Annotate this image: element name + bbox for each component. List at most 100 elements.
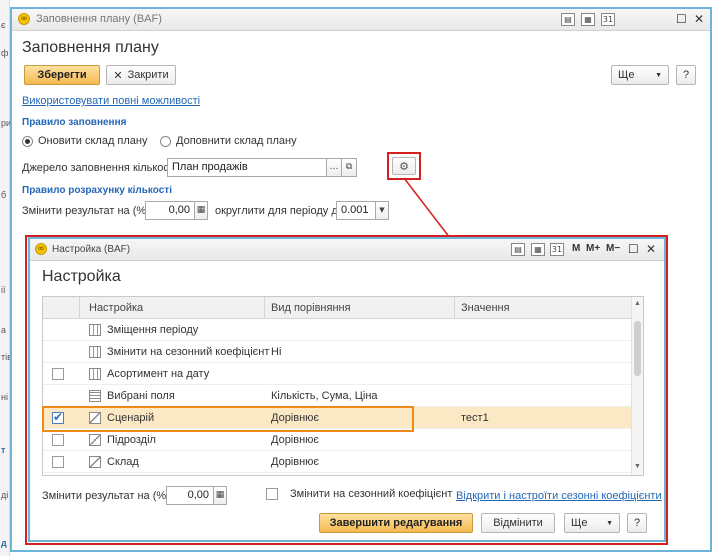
more-button-label: Ще — [618, 69, 635, 81]
app-logo-icon — [18, 13, 30, 25]
change-result-label: Змінити результат на (%): — [22, 205, 153, 217]
scroll-down-icon[interactable]: ▼ — [634, 463, 641, 470]
source-field[interactable]: План продажів — [167, 158, 327, 177]
seasonal-coefficients-link[interactable]: Відкрити і настроїти сезонні коефіцієнти — [456, 490, 662, 502]
row-comparison: Дорівнює — [271, 456, 320, 468]
dialog-more-label: Ще — [571, 517, 588, 529]
maximize-icon[interactable]: ☐ — [628, 242, 639, 256]
row-checkbox[interactable] — [52, 368, 64, 380]
seasonal-checkbox[interactable]: Змінити на сезонний коефіцієнт — [266, 488, 452, 500]
finish-editing-button[interactable]: Завершити редагування — [319, 513, 473, 533]
close-button[interactable]: ✕ Закрити — [106, 65, 176, 85]
table-row[interactable]: Змінити на сезонний коефіцієнт Ні — [43, 341, 643, 363]
row-setting: Асортимент на дату — [107, 368, 210, 380]
dialog-title: Настройка — [42, 268, 121, 285]
calendar-icon[interactable]: 31 — [601, 13, 615, 26]
row-setting: Змінити на сезонний коефіцієнт — [107, 346, 270, 358]
memory-minus-button[interactable]: M− — [606, 243, 620, 254]
strip-text: б — [1, 190, 7, 200]
dialog-title-bar: Настройка (BAF) ▤ ▦ 31 M M+ M− ☐ ✕ — [30, 239, 664, 261]
chevron-down-icon: ▼ — [606, 519, 613, 527]
calculator-icon[interactable]: ▦ — [581, 13, 595, 26]
row-checkbox[interactable] — [52, 434, 64, 446]
seasonal-checkbox-box[interactable] — [266, 488, 278, 500]
calculator-icon[interactable]: ▦ — [531, 243, 545, 256]
table-row[interactable]: Зміщення періоду — [43, 319, 643, 341]
row-setting: Зміщення періоду — [107, 324, 199, 336]
period-icon — [89, 368, 101, 380]
column-header-comparison[interactable]: Вид порівняння — [271, 302, 351, 314]
strip-text: є — [1, 20, 6, 30]
table-scrollbar[interactable]: ▲ ▼ — [631, 297, 643, 475]
table-header: Настройка Вид порівняння Значення — [43, 297, 643, 319]
settings-button[interactable]: ⚙ — [392, 157, 416, 175]
close-button-label: Закрити — [127, 69, 169, 81]
dialog-more-button[interactable]: Ще ▼ — [564, 513, 620, 533]
memory-button[interactable]: M — [572, 243, 580, 254]
more-button[interactable]: Ще ▼ — [611, 65, 669, 85]
dialog-help-button[interactable]: ? — [627, 513, 647, 533]
row-setting: Вибрані поля — [107, 390, 175, 402]
help-button[interactable]: ? — [676, 65, 696, 85]
chevron-down-icon: ▼ — [655, 71, 662, 79]
dialog-window-title: Настройка (BAF) — [52, 244, 131, 255]
period-icon — [89, 324, 101, 336]
close-x-icon: ✕ — [113, 68, 123, 82]
open-icon[interactable]: ⧉ — [341, 158, 357, 177]
chevron-down-icon[interactable]: ▼ — [375, 201, 389, 220]
strip-text: ні — [1, 392, 8, 402]
row-comparison: Кількість, Сума, Ціна — [271, 390, 378, 402]
round-label: округлити для періоду до: — [215, 205, 347, 217]
radio-add-plan[interactable]: Доповнити склад плану — [160, 135, 297, 147]
row-setting: Підрозділ — [107, 434, 156, 446]
strip-text: ді — [1, 490, 9, 500]
radio-add-label: Доповнити склад плану — [176, 135, 297, 147]
strip-text: а — [1, 325, 7, 335]
close-icon[interactable]: ✕ — [646, 242, 656, 256]
radio-update-label: Оновити склад плану — [38, 135, 148, 147]
maximize-icon[interactable]: ☐ — [676, 12, 687, 26]
row-checkbox[interactable] — [52, 456, 64, 468]
seasonal-checkbox-label: Змінити на сезонний коефіцієнт — [290, 488, 453, 500]
reference-icon — [89, 434, 101, 446]
print-icon[interactable]: ▤ — [561, 13, 575, 26]
column-header-value[interactable]: Значення — [461, 302, 510, 314]
scroll-thumb[interactable] — [634, 321, 641, 376]
calc-rule-section-title: Правило розрахунку кількості — [22, 185, 172, 196]
change-result-field[interactable]: 0,00 — [145, 201, 195, 220]
reference-icon — [89, 456, 101, 468]
calculator-icon[interactable]: ▦ — [213, 486, 227, 505]
table-row[interactable]: Асортимент на дату — [43, 363, 643, 385]
close-icon[interactable]: ✕ — [694, 12, 704, 26]
selected-row-highlight — [42, 406, 414, 432]
row-comparison: Дорівнює — [271, 434, 320, 446]
settings-dialog: Настройка (BAF) ▤ ▦ 31 M M+ M− ☐ ✕ Настр… — [28, 237, 666, 542]
round-field[interactable]: 0.001 — [336, 201, 376, 220]
radio-unselected-icon — [160, 135, 171, 147]
calculator-icon[interactable]: ▦ — [194, 201, 208, 220]
dialog-change-result-label: Змінити результат на (%): — [42, 490, 173, 502]
source-label: Джерело заповнення кількості: — [22, 162, 180, 174]
row-setting: Склад — [107, 456, 139, 468]
row-comparison: Ні — [271, 346, 282, 358]
table-row[interactable]: Склад Дорівнює — [43, 451, 643, 473]
calendar-icon[interactable]: 31 — [550, 243, 564, 256]
select-button[interactable]: … — [326, 158, 342, 177]
app-logo-icon — [35, 243, 47, 255]
save-button[interactable]: Зберегти — [24, 65, 100, 85]
table-row[interactable]: Вибрані поля Кількість, Сума, Ціна — [43, 385, 643, 407]
settings-gear-icon: ⚙ — [399, 159, 409, 173]
period-icon — [89, 346, 101, 358]
memory-plus-button[interactable]: M+ — [586, 243, 600, 254]
dialog-change-result-field[interactable]: 0,00 — [166, 486, 214, 505]
scroll-up-icon[interactable]: ▲ — [634, 300, 641, 307]
cancel-button[interactable]: Відмінити — [481, 513, 555, 533]
full-features-link[interactable]: Використовувати повні можливості — [22, 95, 200, 107]
table-row[interactable]: Підрозділ Дорівнює — [43, 429, 643, 451]
radio-update-plan[interactable]: Оновити склад плану — [22, 135, 148, 147]
column-header-setting[interactable]: Настройка — [89, 302, 143, 314]
fill-rule-section-title: Правило заповнення — [22, 117, 127, 128]
print-icon[interactable]: ▤ — [511, 243, 525, 256]
title-bar: Заповнення плану (BAF) ▤ ▦ 31 ☐ ✕ — [12, 9, 710, 31]
page-title: Заповнення плану — [22, 39, 159, 56]
